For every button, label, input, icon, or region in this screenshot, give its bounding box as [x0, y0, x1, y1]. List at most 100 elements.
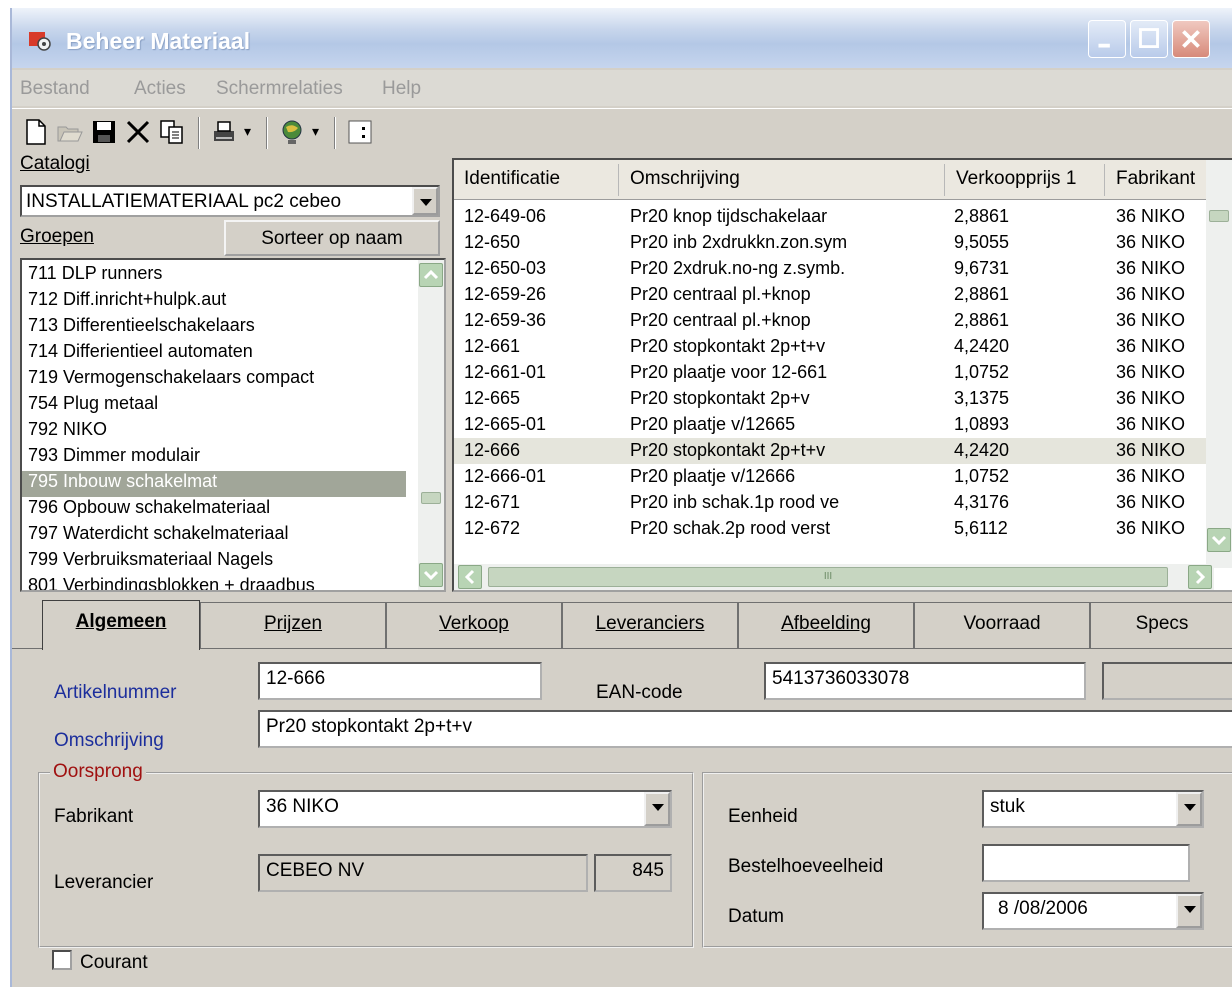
cell-fabrikant: 36 NIKO	[1116, 414, 1186, 434]
list-item[interactable]: 796 Opbouw schakelmateriaal	[26, 497, 270, 523]
table-row[interactable]: 12-671 Pr20 inb schak.1p rood ve 4,3176 36 …	[454, 490, 1214, 516]
tab-leveranciers[interactable]: Leveranciers	[562, 602, 738, 648]
maximize-button[interactable]	[1130, 20, 1168, 58]
menu-acties[interactable]: Acties	[134, 78, 186, 100]
table-row[interactable]: 12-649-06 Pr20 knop tijdschakelaar 2,8861 3…	[454, 204, 1214, 230]
column-header-verkoopprijs[interactable]: Verkoopprijs 1	[946, 168, 1100, 190]
chevron-down-icon	[1211, 535, 1227, 546]
list-item[interactable]: 711 DLP runners	[26, 263, 162, 289]
table-row[interactable]: 12-665-01 Pr20 plaatje v/12665 1,0893 36 NI…	[454, 412, 1214, 438]
table-row[interactable]: 12-672 Pr20 schak.2p rood verst 5,6112 36 N…	[454, 516, 1214, 542]
print-dropdown-arrow[interactable]: ▾	[244, 123, 251, 140]
courant-checkbox[interactable]	[52, 950, 72, 970]
table-row[interactable]: 12-650 Pr20 inb 2xdrukkn.zon.sym 9,5055 36 …	[454, 230, 1214, 256]
table-row[interactable]: 12-666 Pr20 stopkontakt 2p+t+v 4,2420 36 NI…	[454, 438, 1214, 464]
table-row[interactable]: 12-661 Pr20 stopkontakt 2p+t+v 4,2420 36 NI…	[454, 334, 1214, 360]
grid-vertical-scrollbar[interactable]	[1206, 160, 1232, 568]
column-divider[interactable]	[1104, 164, 1105, 196]
list-item[interactable]: 714 Differientieel automaten	[26, 341, 253, 367]
scroll-right-button[interactable]	[1188, 565, 1212, 589]
tab-specs[interactable]: Specs	[1090, 602, 1232, 648]
toolbar: ▾ ▾	[12, 108, 1232, 154]
chevron-down-icon[interactable]	[1176, 792, 1202, 826]
close-button[interactable]	[1172, 20, 1210, 58]
scroll-down-button[interactable]	[1207, 528, 1231, 552]
copy-icon[interactable]	[158, 117, 186, 147]
group-list-scrollbar[interactable]	[418, 260, 444, 590]
tab-afbeelding[interactable]: Afbeelding	[738, 602, 914, 648]
scroll-thumb[interactable]: III	[488, 567, 1168, 587]
scroll-thumb[interactable]	[1209, 210, 1229, 222]
cell-identificatie: 12-649-06	[464, 206, 547, 226]
table-row[interactable]: 12-666-01 Pr20 plaatje v/12666 1,0752 36 NI…	[454, 464, 1214, 490]
globe-icon[interactable]	[278, 117, 306, 147]
table-row[interactable]: 12-665 Pr20 stopkontakt 2p+v 3,1375 36 NIKO	[454, 386, 1214, 412]
minimize-button[interactable]	[1088, 20, 1126, 58]
cell-fabrikant: 36 NIKO	[1116, 258, 1186, 278]
scroll-down-button[interactable]	[419, 563, 443, 587]
cell-verkoopprijs: 1,0752	[954, 466, 1010, 486]
leverancier-number-field: 845	[594, 854, 672, 892]
table-row[interactable]: 12-659-36 Pr20 centraal pl.+knop 2,8861 36 …	[454, 308, 1214, 334]
list-item[interactable]: 799 Verbruiksmateriaal Nagels	[26, 549, 273, 575]
open-folder-icon[interactable]	[56, 117, 84, 147]
list-item[interactable]: 792 NIKO	[26, 419, 107, 445]
table-row[interactable]: 12-659-26 Pr20 centraal pl.+knop 2,8861 36 …	[454, 282, 1214, 308]
artikelnummer-field[interactable]: 12-666	[258, 662, 542, 700]
list-item[interactable]: 793 Dimmer modulair	[26, 445, 200, 471]
menu-schermrelaties[interactable]: Schermrelaties	[216, 78, 343, 100]
save-icon[interactable]	[90, 117, 118, 147]
tab-verkoop[interactable]: Verkoop	[386, 602, 562, 648]
cell-fabrikant: 36 NIKO	[1116, 492, 1186, 512]
menu-bestand[interactable]: Bestand	[20, 78, 90, 100]
table-row[interactable]: 12-661-01 Pr20 plaatje voor 12-661 1,0752 3…	[454, 360, 1214, 386]
list-item[interactable]: 712 Diff.inricht+hulpk.aut	[26, 289, 226, 315]
article-grid[interactable]: Identificatie Omschrijving Verkoopprijs …	[452, 158, 1232, 592]
catalog-select[interactable]: INSTALLATIEMATERIAAL pc2 cebeo	[20, 185, 440, 217]
globe-dropdown-arrow[interactable]: ▾	[312, 123, 319, 140]
column-header-omschrijving[interactable]: Omschrijving	[620, 168, 940, 190]
tab-prijzen[interactable]: Prijzen	[200, 602, 386, 648]
scroll-thumb[interactable]	[421, 492, 441, 504]
sort-by-name-button[interactable]: Sorteer op naam	[224, 220, 440, 256]
column-header-fabrikant[interactable]: Fabrikant	[1106, 168, 1216, 190]
table-row[interactable]: 12-650-03 Pr20 2xdruk.no-ng z.symb. 9,6731…	[454, 256, 1214, 282]
menu-help[interactable]: Help	[382, 78, 421, 100]
datum-select[interactable]: 8 /08/2006	[982, 892, 1204, 930]
cell-omschrijving: Pr20 plaatje v/12665	[630, 414, 796, 434]
cell-verkoopprijs: 4,3176	[954, 492, 1010, 512]
ean-code-field[interactable]: 5413736033078	[764, 662, 1086, 700]
scroll-left-button[interactable]	[458, 565, 482, 589]
group-list[interactable]: 711 DLP runners 712 Diff.inricht+hulpk.au…	[20, 258, 446, 592]
tab-algemeen[interactable]: Algemeen	[42, 600, 200, 650]
cell-verkoopprijs: 9,6731	[954, 258, 1010, 278]
cell-fabrikant: 36 NIKO	[1116, 206, 1186, 226]
fabrikant-select[interactable]: 36 NIKO	[258, 790, 672, 828]
scroll-up-button[interactable]	[419, 263, 443, 287]
column-header-identificatie[interactable]: Identificatie	[454, 168, 614, 190]
list-item[interactable]: 801 Verbindingsblokken + draadbus	[26, 575, 315, 590]
tab-voorraad[interactable]: Voorraad	[914, 602, 1090, 648]
bestelhoeveelheid-field[interactable]	[982, 844, 1190, 882]
list-item[interactable]: 754 Plug metaal	[26, 393, 158, 419]
column-divider[interactable]	[618, 164, 619, 196]
list-item[interactable]: 719 Vermogenschakelaars compact	[26, 367, 314, 393]
cell-identificatie: 12-650	[464, 232, 521, 252]
print-icon[interactable]	[210, 117, 238, 147]
column-divider[interactable]	[944, 164, 945, 196]
eenheid-select[interactable]: stuk	[982, 790, 1204, 828]
omschrijving-field[interactable]: Pr20 stopkontakt 2p+t+v	[258, 710, 1232, 748]
chevron-down-icon[interactable]	[1176, 894, 1202, 928]
cell-verkoopprijs: 4,2420	[954, 336, 1010, 356]
list-item[interactable]: 713 Differentieelschakelaars	[26, 315, 255, 341]
datum-value: 8 /08/2006	[998, 898, 1088, 919]
grid-horizontal-scrollbar[interactable]: III	[454, 564, 1214, 590]
list-item[interactable]: 797 Waterdicht schakelmateriaal	[26, 523, 288, 549]
list-item[interactable]: 795 Inbouw schakelmat	[22, 471, 406, 497]
delete-icon[interactable]	[124, 117, 152, 147]
chevron-down-icon[interactable]	[412, 187, 438, 215]
chevron-down-icon[interactable]	[644, 792, 670, 826]
cell-fabrikant: 36 NIKO	[1116, 362, 1186, 382]
new-document-icon[interactable]	[22, 117, 50, 147]
details-icon[interactable]	[346, 117, 374, 147]
